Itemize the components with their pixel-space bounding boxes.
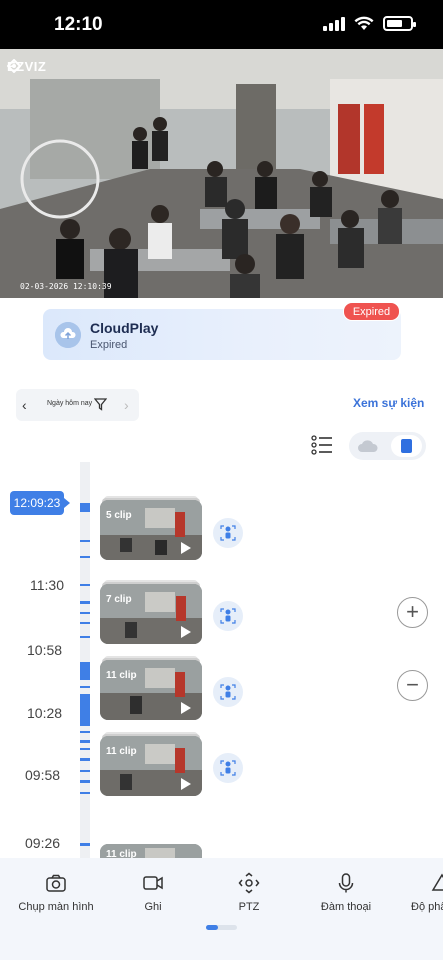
next-day-button[interactable]: › — [124, 397, 129, 413]
timeline-segment — [80, 792, 90, 794]
timeline-segment — [80, 662, 90, 680]
timeline-segment — [80, 601, 90, 604]
person-detect-icon — [220, 608, 236, 624]
timeline-segment — [80, 731, 90, 733]
camera-icon — [46, 874, 66, 892]
zoom-out-button[interactable]: − — [397, 670, 428, 701]
clip-count: 11 clip — [106, 849, 137, 858]
resolution-label: Độ phân — [411, 901, 443, 913]
signal-icon — [323, 16, 345, 31]
talk-button[interactable]: Đàm thoại — [301, 872, 391, 913]
filter-icon[interactable] — [94, 398, 107, 411]
play-icon — [181, 626, 191, 638]
timeline-segment — [80, 770, 90, 772]
view-events-link[interactable]: Xem sự kiện — [353, 396, 424, 410]
storage-toggle[interactable] — [349, 432, 426, 460]
time-label: 10:58 — [27, 642, 63, 658]
clip-count: 7 clip — [106, 594, 132, 605]
cloud-icon[interactable] — [357, 438, 379, 454]
talk-label: Đàm thoại — [320, 901, 372, 913]
zoom-in-button[interactable]: + — [397, 597, 428, 628]
date-selector: ‹ Ngày hôm nay › — [16, 389, 139, 421]
date-label[interactable]: Ngày hôm nay — [47, 400, 92, 407]
timeline-track[interactable] — [80, 462, 90, 860]
clip-group[interactable]: 11 clip — [100, 732, 202, 796]
screenshot-button[interactable]: Chụp màn hình — [11, 872, 101, 913]
person-detect-icon — [220, 684, 236, 700]
list-view-icon[interactable] — [311, 435, 333, 455]
ptz-button[interactable]: PTZ — [204, 872, 294, 913]
person-detect-button[interactable] — [213, 677, 243, 707]
screenshot-label: Chụp màn hình — [18, 901, 94, 913]
timeline-segment — [80, 636, 90, 638]
time-label: 11:30 — [30, 577, 64, 593]
bottom-toolbar: Chụp màn hình Ghi PTZ Đàm thoại Độ phân — [0, 858, 443, 960]
ezviz-logo-icon — [7, 59, 21, 73]
clip-group[interactable]: 11 clip — [100, 656, 202, 720]
status-time: 12:10 — [54, 14, 103, 35]
clip-count: 11 clip — [106, 746, 137, 757]
timeline-segment — [80, 758, 90, 761]
timeline-segment — [80, 748, 90, 750]
record-button[interactable]: Ghi — [108, 872, 198, 913]
microphone-icon — [338, 873, 354, 893]
clip-count: 11 clip — [106, 670, 137, 681]
play-icon — [181, 542, 191, 554]
person-detect-button[interactable] — [213, 753, 243, 783]
status-bar: 12:10 — [0, 0, 443, 49]
time-label: 09:58 — [25, 767, 61, 783]
record-label: Ghi — [144, 901, 162, 913]
ptz-icon — [238, 872, 260, 894]
time-label: 10:28 — [27, 705, 63, 721]
camera-timestamp: 02-03-2026 12:10:39 — [20, 282, 112, 291]
record-icon — [143, 876, 163, 890]
cloudplay-status: Expired — [90, 339, 128, 351]
timeline-segment — [80, 612, 90, 614]
play-icon — [181, 778, 191, 790]
cloud-upload-icon — [55, 322, 81, 348]
timeline-segment — [80, 622, 90, 624]
ptz-label: PTZ — [238, 901, 260, 913]
wifi-icon — [354, 16, 374, 30]
battery-icon — [383, 16, 416, 31]
timeline-segment — [80, 780, 90, 783]
person-detect-icon — [220, 760, 236, 776]
timeline-segment — [80, 556, 90, 558]
current-time-marker: 12:09:23 — [10, 491, 70, 515]
timeline-segment — [80, 686, 90, 688]
time-label: 09:26 — [25, 835, 61, 851]
resolution-button[interactable]: Độ phân — [397, 872, 443, 913]
sd-card-icon — [401, 439, 412, 453]
camera-brand: EZVIZ — [7, 59, 46, 74]
clip-group[interactable]: 7 clip — [100, 580, 202, 644]
clip-group[interactable]: 11 clip — [100, 840, 202, 858]
sd-card-tab[interactable] — [391, 435, 422, 457]
page-indicator — [206, 925, 237, 930]
timeline-segment — [80, 843, 90, 846]
resolution-icon — [431, 873, 443, 891]
timeline-segment — [80, 740, 90, 743]
clip-group[interactable]: 5 clip — [100, 496, 202, 560]
play-icon — [181, 702, 191, 714]
timeline-segment — [80, 584, 90, 586]
timeline-segment — [80, 540, 90, 542]
live-video[interactable]: EZVIZ 02-03-2026 12:10:39 — [0, 49, 443, 298]
cloudplay-title: CloudPlay — [90, 320, 159, 336]
clip-count: 5 clip — [106, 510, 132, 521]
prev-day-button[interactable]: ‹ — [22, 397, 27, 413]
timeline-segment — [80, 503, 90, 512]
status-icons — [323, 16, 416, 31]
person-detect-button[interactable] — [213, 601, 243, 631]
expired-badge: Expired — [343, 302, 400, 321]
timeline-segment — [80, 694, 90, 726]
person-detect-icon — [220, 525, 236, 541]
person-detect-button[interactable] — [213, 518, 243, 548]
